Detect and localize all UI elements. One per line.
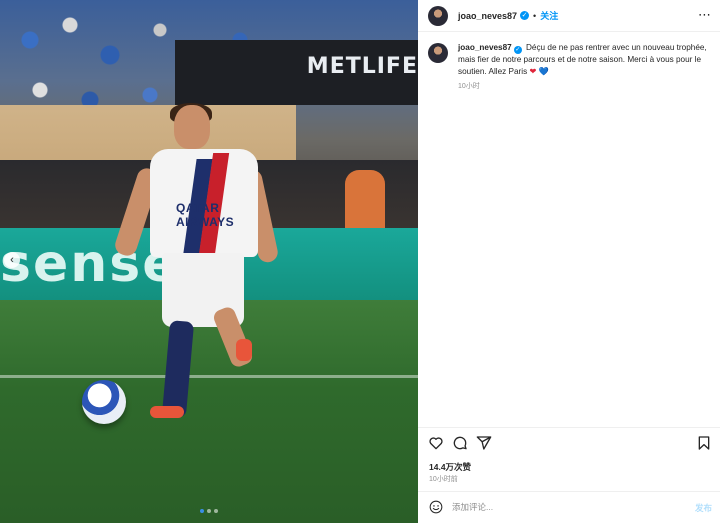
carousel-dot [200, 509, 204, 513]
caption-body: joao_neves87 ✓ Déçu de ne pas rentrer ave… [458, 42, 708, 93]
more-options-icon[interactable]: ⋯ [698, 7, 711, 23]
action-bar [428, 435, 712, 451]
avatar[interactable] [428, 5, 448, 26]
post-header: joao_neves87 ✓ • 关注 ⋯ [418, 0, 720, 32]
post-caption: joao_neves87 ✓ Déçu de ne pas rentrer ave… [428, 42, 712, 93]
football-player: QATAR AIRWAYS [112, 103, 280, 423]
bookmark-icon[interactable] [696, 435, 712, 451]
football [82, 380, 126, 424]
header-separator: • [533, 10, 537, 21]
blue-heart-emoji: 💙 [538, 66, 549, 76]
verified-badge-icon: ✓ [520, 11, 530, 20]
send-icon[interactable] [476, 435, 492, 451]
spectator [345, 170, 385, 230]
player-head [174, 105, 210, 149]
caption-timestamp: 10小时 [458, 83, 480, 90]
carousel-dot [207, 509, 211, 513]
player-leg-left [161, 320, 195, 418]
post-timestamp: 10小时前 [429, 476, 458, 483]
shirt-sponsor: QATAR AIRWAYS [176, 201, 235, 229]
follow-button[interactable]: 关注 [540, 9, 558, 22]
like-count[interactable]: 14.4万次赞 [429, 461, 471, 473]
post-comment-button[interactable]: 发布 [695, 502, 712, 514]
player-boot-right [236, 339, 252, 361]
chevron-left-icon[interactable]: ‹ [4, 252, 20, 268]
emoji-icon[interactable] [429, 500, 443, 514]
post-sidebar: joao_neves87 ✓ • 关注 ⋯ joao_neves87 ✓ Déçu… [418, 0, 720, 523]
caption-username[interactable]: joao_neves87 [458, 43, 512, 52]
stadium-sign: METLIFE [175, 40, 418, 105]
carousel-dots [200, 509, 218, 513]
verified-badge-icon: ✓ [513, 46, 522, 54]
caption-avatar[interactable] [428, 43, 448, 63]
red-heart-emoji: ❤ [529, 66, 537, 76]
header-username[interactable]: joao_neves87 [458, 11, 517, 21]
divider [418, 427, 720, 428]
player-boot-left [150, 406, 184, 418]
comment-bar: 发布 [418, 491, 720, 523]
stadium-sign-text: METLIFE [306, 54, 418, 79]
comment-input[interactable] [452, 500, 652, 514]
comment-icon[interactable] [452, 435, 468, 451]
carousel-dot [214, 509, 218, 513]
heart-icon[interactable] [428, 435, 444, 451]
post-image[interactable]: METLIFE sense H QATAR AIRWAYS ‹ [0, 0, 418, 523]
